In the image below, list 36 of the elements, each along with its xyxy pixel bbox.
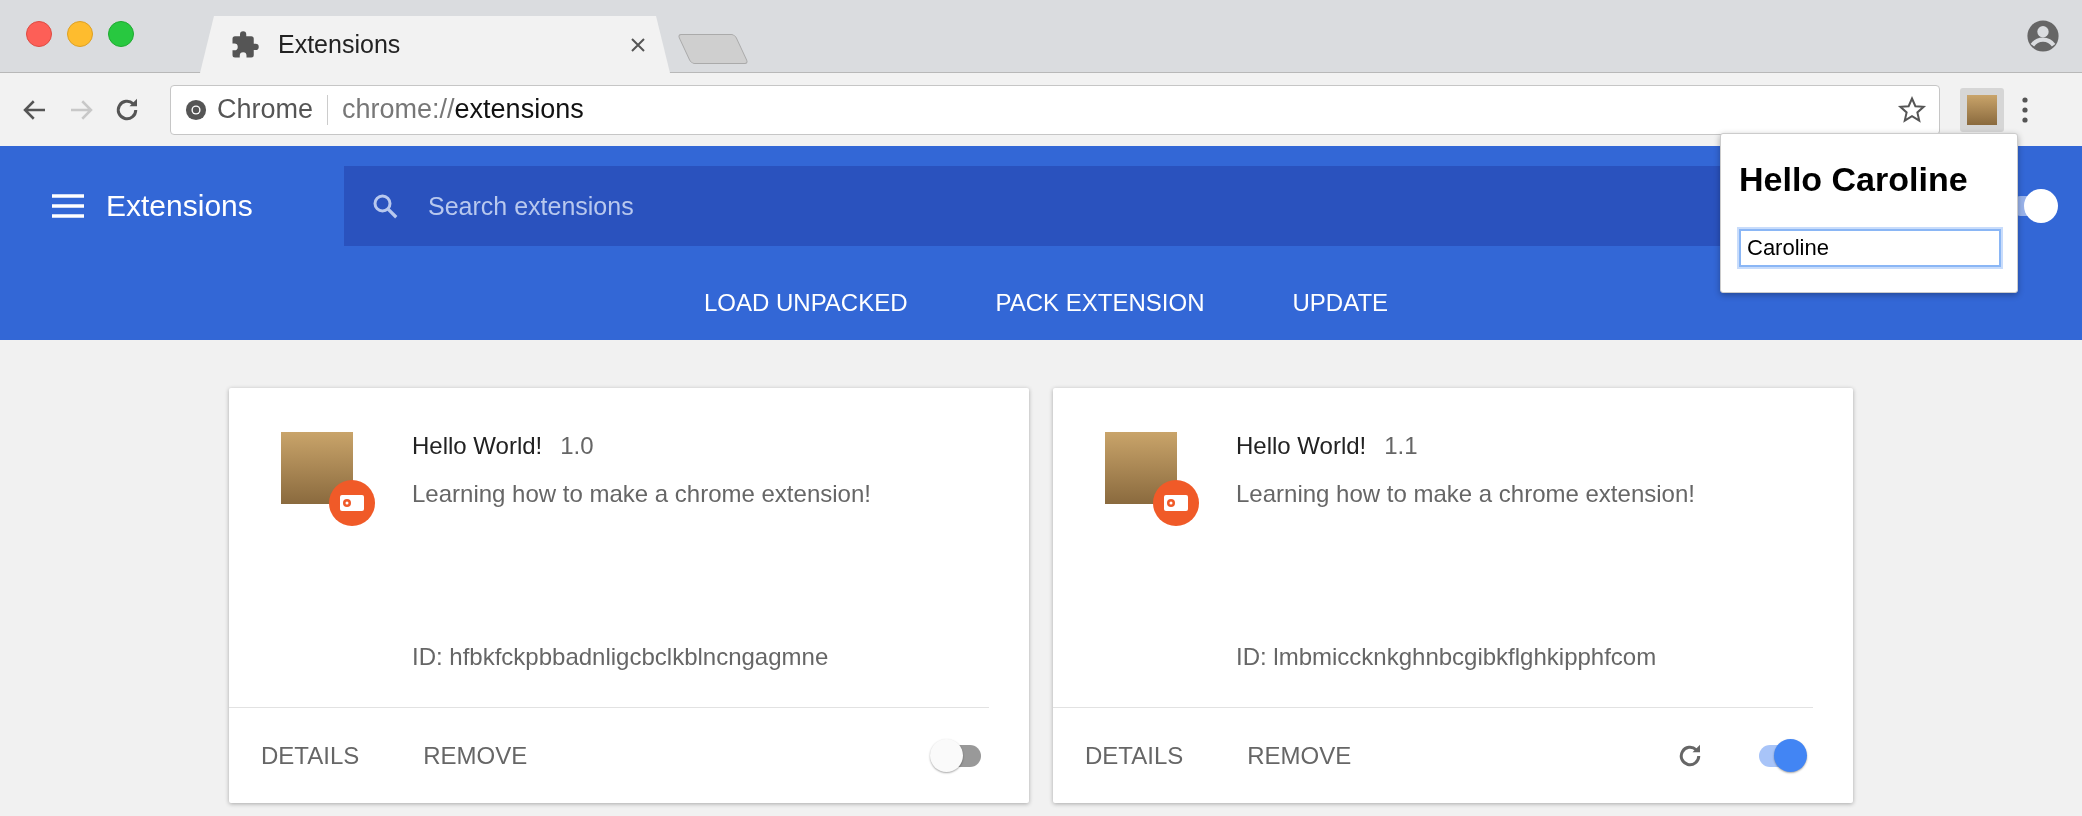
extension-button[interactable]	[1960, 87, 2004, 132]
details-button[interactable]: DETAILS	[1067, 731, 1202, 780]
page-title: Extensions	[106, 189, 254, 223]
menu-icon[interactable]	[52, 194, 84, 218]
extension-badge-icon	[329, 480, 375, 526]
extension-name: Hello World!	[412, 432, 543, 460]
puzzle-icon	[230, 29, 260, 60]
header-action-button[interactable]: UPDATE	[1268, 279, 1413, 327]
chrome-logo-icon	[185, 98, 207, 121]
photo-placeholder	[1105, 432, 1177, 504]
site-label: Chrome	[217, 94, 314, 125]
menu-dots-icon[interactable]	[2020, 94, 2030, 125]
extension-description: Learning how to make a chrome extension!	[1236, 480, 1695, 508]
browser-tab[interactable]: Extensions	[200, 16, 670, 73]
remove-button[interactable]: REMOVE	[405, 731, 546, 780]
minimize-window-dot[interactable]	[67, 21, 93, 47]
extension-version: 1.0	[560, 432, 594, 460]
extension-description: Learning how to make a chrome extension!	[412, 480, 871, 508]
extension-name: Hello World!	[1236, 432, 1367, 460]
close-window-dot[interactable]	[26, 21, 52, 47]
extension-id: ID: lmbmiccknkghnbcgibkflghkipphfcom	[1236, 643, 1658, 671]
profile-icon[interactable]	[2026, 19, 2060, 53]
name-input-field[interactable]: Caroline	[1739, 229, 2001, 267]
extension-id: ID: hfbkfckpbbadnligcbclkblncngagmne	[412, 643, 830, 671]
photo-placeholder	[281, 432, 353, 504]
url-text: chrome://extensions	[342, 94, 584, 125]
details-button[interactable]: DETAILS	[243, 731, 378, 780]
header-action-button[interactable]: PACK EXTENSION	[971, 279, 1229, 327]
extension-version: 1.1	[1384, 432, 1418, 460]
header-action-button[interactable]: LOAD UNPACKED	[679, 279, 932, 327]
zoom-window-dot[interactable]	[108, 21, 134, 47]
star-icon[interactable]	[1897, 94, 1927, 125]
address-bar[interactable]: Chrome chrome://extensions	[170, 84, 1940, 135]
remove-button[interactable]: REMOVE	[1229, 731, 1370, 780]
extension-badge-icon	[1153, 480, 1199, 526]
close-icon[interactable]	[630, 36, 646, 53]
